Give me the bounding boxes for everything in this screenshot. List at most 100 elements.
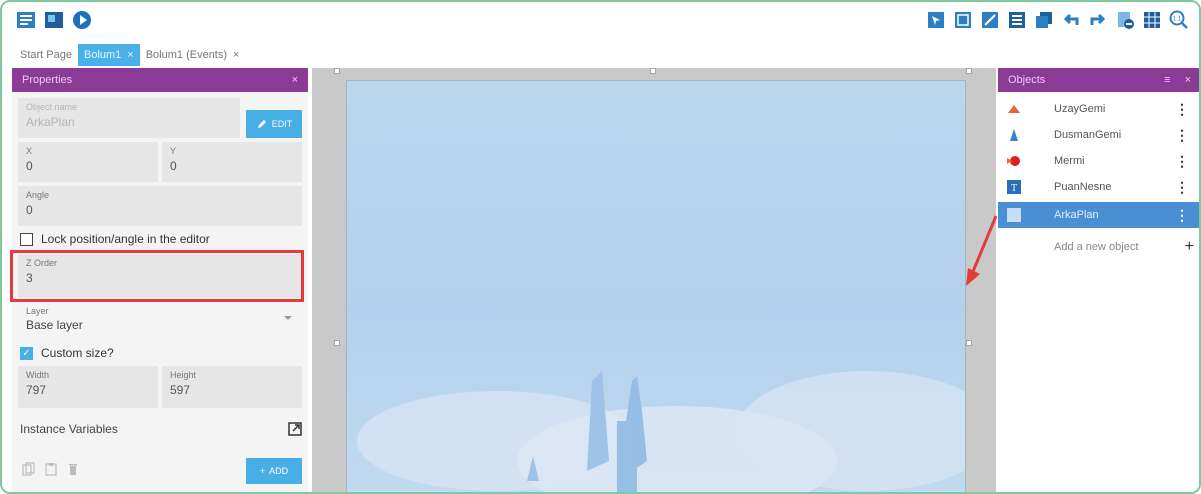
copy-icon[interactable] xyxy=(22,462,36,476)
tab-label: Bolum1 (Events) xyxy=(145,49,228,61)
toolbar-left xyxy=(16,9,92,31)
y-field[interactable]: Y 0 xyxy=(162,142,302,182)
resize-handle[interactable] xyxy=(966,68,972,74)
field-label: Height xyxy=(170,370,197,380)
object-name: ArkaPlan xyxy=(1054,209,1099,221)
custom-size-checkbox[interactable]: ✓ xyxy=(20,346,33,360)
redo-icon[interactable] xyxy=(1088,9,1108,31)
plus-icon: + xyxy=(259,466,266,476)
bullet-icon xyxy=(1006,153,1022,169)
resize-handle[interactable] xyxy=(334,68,340,74)
text-object-icon: T xyxy=(1006,179,1022,195)
grid-icon[interactable] xyxy=(1142,9,1162,31)
tab-start-page[interactable]: Start Page xyxy=(14,44,78,66)
filter-icon[interactable]: ≡ xyxy=(1164,74,1170,86)
scene-editor-icon[interactable] xyxy=(44,9,64,31)
checkbox-label: Lock position/angle in the editor xyxy=(41,232,210,246)
scene-canvas[interactable] xyxy=(312,68,996,492)
list-item[interactable]: Mermi ⋮ xyxy=(998,148,1199,174)
object-name: UzayGemi xyxy=(1054,103,1106,115)
add-new-object-row[interactable]: Add a new object + xyxy=(1054,238,1194,256)
custom-size-row[interactable]: ✓ Custom size? xyxy=(20,346,114,360)
close-icon[interactable]: × xyxy=(127,49,133,61)
tab-bolum1-events[interactable]: Bolum1 (Events) × xyxy=(140,44,246,66)
panel-title: Properties xyxy=(22,74,73,86)
chevron-down-icon xyxy=(284,316,292,320)
resize-handle[interactable] xyxy=(650,68,656,74)
properties-header: Properties × xyxy=(12,68,308,92)
zoom-reset-icon[interactable]: 1:1 xyxy=(1169,9,1189,31)
more-menu-icon[interactable]: ⋮ xyxy=(1175,127,1189,144)
field-label: Angle xyxy=(26,190,50,200)
close-icon[interactable]: × xyxy=(233,49,239,61)
undo-icon[interactable] xyxy=(1061,9,1081,31)
background-instance[interactable] xyxy=(346,80,966,492)
instance-variables-label: Instance Variables xyxy=(20,422,118,436)
tab-label: Bolum1 xyxy=(83,49,122,61)
list-item[interactable]: DusmanGemi ⋮ xyxy=(998,122,1199,148)
trash-icon[interactable] xyxy=(66,462,80,476)
edit-object-button[interactable]: EDIT xyxy=(246,110,302,138)
more-menu-icon[interactable]: ⋮ xyxy=(1175,207,1189,224)
lock-checkbox[interactable] xyxy=(20,232,33,246)
objects-list-icon[interactable] xyxy=(1007,9,1027,31)
add-instance-icon[interactable] xyxy=(926,9,946,31)
open-external-icon[interactable] xyxy=(288,422,302,436)
resize-handle[interactable] xyxy=(966,340,972,346)
plus-icon: + xyxy=(1184,238,1194,255)
properties-panel: Properties × Object name ArkaPlan EDIT X… xyxy=(10,68,308,492)
more-menu-icon[interactable]: ⋮ xyxy=(1175,101,1189,118)
field-label: Y xyxy=(170,146,177,156)
enemy-ship-icon xyxy=(1006,127,1022,143)
more-menu-icon[interactable]: ⋮ xyxy=(1175,179,1189,196)
panel-title: Objects xyxy=(1008,74,1046,86)
spaceship-icon xyxy=(1006,101,1022,117)
field-label: Object name xyxy=(26,102,78,112)
tab-bolum1[interactable]: Bolum1 × xyxy=(77,44,140,66)
instance-list-icon[interactable] xyxy=(953,9,973,31)
field-value: 0 xyxy=(26,203,33,217)
add-variable-button[interactable]: + ADD xyxy=(246,458,302,484)
field-value: 797 xyxy=(26,383,47,397)
list-item[interactable]: T PuanNesne ⋮ xyxy=(998,174,1199,200)
field-value: Base layer xyxy=(26,318,83,332)
x-field[interactable]: X 0 xyxy=(18,142,158,182)
resize-handle[interactable] xyxy=(334,340,340,346)
preview-play-icon[interactable] xyxy=(72,9,92,31)
layers-icon[interactable] xyxy=(1034,9,1054,31)
object-name: PuanNesne xyxy=(1054,181,1112,193)
objects-header: Objects ≡ × xyxy=(998,68,1199,92)
header-actions: ≡ × xyxy=(1164,74,1191,86)
lock-position-row[interactable]: Lock position/angle in the editor xyxy=(20,232,210,246)
field-value: ArkaPlan xyxy=(26,115,75,129)
object-name: Mermi xyxy=(1054,155,1085,167)
object-name: DusmanGemi xyxy=(1054,129,1122,141)
field-value: 597 xyxy=(170,383,191,397)
field-label: X xyxy=(26,146,33,156)
toolbar: 1:1 xyxy=(2,2,1199,40)
close-icon[interactable]: × xyxy=(292,74,298,86)
checkbox-label: Custom size? xyxy=(41,346,114,360)
object-name-field: Object name ArkaPlan xyxy=(18,98,240,138)
annotation-arrow xyxy=(966,215,998,286)
svg-text:1:1: 1:1 xyxy=(1173,17,1182,23)
width-field[interactable]: Width 797 xyxy=(18,366,158,408)
background-icon xyxy=(1006,207,1022,223)
angle-field[interactable]: Angle 0 xyxy=(18,186,302,226)
field-value: 0 xyxy=(170,159,177,173)
project-manager-icon[interactable] xyxy=(16,9,36,31)
delete-selection-icon[interactable] xyxy=(1115,9,1135,31)
tab-label: Start Page xyxy=(20,49,72,61)
close-icon[interactable]: × xyxy=(1185,74,1191,86)
list-item-selected[interactable]: ArkaPlan ⋮ xyxy=(998,202,1199,228)
list-item[interactable]: UzayGemi ⋮ xyxy=(998,96,1199,122)
more-menu-icon[interactable]: ⋮ xyxy=(1175,153,1189,170)
height-field[interactable]: Height 597 xyxy=(162,366,302,408)
paste-icon[interactable] xyxy=(44,462,58,476)
sky-castle-image xyxy=(357,371,965,492)
field-label: Width xyxy=(26,370,50,380)
edit-layout-icon[interactable] xyxy=(980,9,1000,31)
toolbar-right: 1:1 xyxy=(926,9,1189,31)
objects-panel: Objects ≡ × UzayGemi ⋮ DusmanGemi ⋮ Merm… xyxy=(998,68,1199,492)
layer-select[interactable]: Layer Base layer xyxy=(18,304,300,340)
